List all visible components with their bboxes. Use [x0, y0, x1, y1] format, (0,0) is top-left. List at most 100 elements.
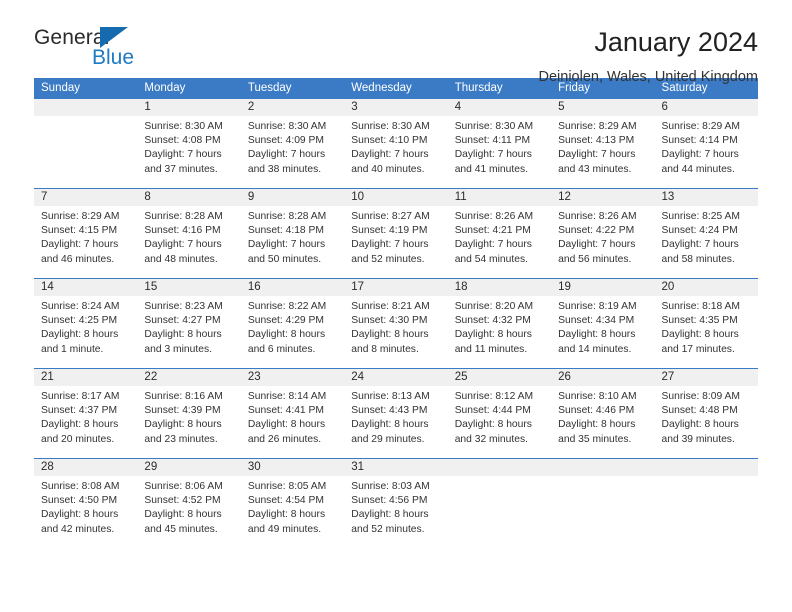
- calendar-day-cell[interactable]: [551, 458, 655, 548]
- sunset-text: Sunset: 4:08 PM: [144, 135, 221, 147]
- sunrise-text: Sunrise: 8:24 AM: [41, 301, 120, 312]
- daylight-text-line1: Daylight: 7 hours: [558, 239, 636, 251]
- calendar-day-cell[interactable]: 7 Sunrise: 8:29 AM Sunset: 4:15 PM Dayli…: [34, 188, 138, 278]
- calendar-day-cell[interactable]: 28 Sunrise: 8:08 AM Sunset: 4:50 PM Dayl…: [34, 458, 138, 548]
- calendar-day-cell[interactable]: [447, 458, 552, 548]
- daylight-text-line2: and 54 minutes.: [454, 253, 528, 265]
- calendar-day-cell[interactable]: 22 Sunrise: 8:16 AM Sunset: 4:39 PM Dayl…: [137, 368, 241, 458]
- calendar-day-cell[interactable]: 10 Sunrise: 8:27 AM Sunset: 4:19 PM Dayl…: [344, 188, 448, 278]
- day-number: 29: [137, 459, 241, 476]
- sunset-text: Sunset: 4:50 PM: [41, 495, 118, 507]
- calendar-day-cell[interactable]: 1 Sunrise: 8:30 AM Sunset: 4:08 PM Dayli…: [137, 98, 241, 188]
- sunset-text: Sunset: 4:41 PM: [247, 405, 324, 417]
- calendar-day-cell[interactable]: [654, 458, 758, 548]
- calendar-day-cell[interactable]: 5 Sunrise: 8:29 AM Sunset: 4:13 PM Dayli…: [551, 98, 655, 188]
- daylight-text-line1: Daylight: 8 hours: [558, 329, 636, 341]
- calendar-day-cell[interactable]: 11 Sunrise: 8:26 AM Sunset: 4:21 PM Dayl…: [447, 188, 552, 278]
- sunset-text: Sunset: 4:09 PM: [247, 135, 324, 147]
- sunrise-text: Sunrise: 8:14 AM: [247, 391, 327, 402]
- day-number: 17: [344, 279, 448, 296]
- calendar-day-cell[interactable]: 29 Sunrise: 8:06 AM Sunset: 4:52 PM Dayl…: [137, 458, 241, 548]
- sunset-text: Sunset: 4:44 PM: [454, 405, 531, 417]
- daylight-text-line1: Daylight: 8 hours: [661, 329, 739, 341]
- calendar-day-cell[interactable]: 4 Sunrise: 8:30 AM Sunset: 4:11 PM Dayli…: [447, 98, 552, 188]
- calendar-day-cell[interactable]: 19 Sunrise: 8:19 AM Sunset: 4:34 PM Dayl…: [551, 278, 655, 368]
- calendar-day-cell[interactable]: 31 Sunrise: 8:03 AM Sunset: 4:56 PM Dayl…: [344, 458, 448, 548]
- day-details: Sunrise: 8:24 AM Sunset: 4:25 PM Dayligh…: [34, 296, 137, 357]
- sunrise-text: Sunrise: 8:05 AM: [247, 481, 327, 492]
- day-details: Sunrise: 8:29 AM Sunset: 4:14 PM Dayligh…: [655, 116, 758, 177]
- day-details: Sunrise: 8:30 AM Sunset: 4:08 PM Dayligh…: [137, 116, 240, 177]
- daylight-text-line2: and 41 minutes.: [454, 163, 528, 175]
- day-details: [551, 476, 654, 480]
- daylight-text-line1: Daylight: 8 hours: [351, 329, 429, 341]
- calendar-day-cell[interactable]: 18 Sunrise: 8:20 AM Sunset: 4:32 PM Dayl…: [447, 278, 552, 368]
- day-details: Sunrise: 8:23 AM Sunset: 4:27 PM Dayligh…: [137, 296, 240, 357]
- calendar-day-cell[interactable]: 17 Sunrise: 8:21 AM Sunset: 4:30 PM Dayl…: [344, 278, 448, 368]
- calendar-day-cell[interactable]: 3 Sunrise: 8:30 AM Sunset: 4:10 PM Dayli…: [344, 98, 448, 188]
- sunrise-text: Sunrise: 8:30 AM: [247, 121, 327, 132]
- sunrise-text: Sunrise: 8:26 AM: [454, 211, 534, 222]
- daylight-text-line2: and 3 minutes.: [144, 343, 212, 355]
- day-number: 23: [240, 369, 345, 386]
- day-number: 10: [344, 189, 448, 206]
- daylight-text-line1: Daylight: 7 hours: [41, 239, 119, 251]
- sunrise-text: Sunrise: 8:27 AM: [351, 211, 430, 222]
- daylight-text-line1: Daylight: 8 hours: [247, 329, 326, 341]
- daylight-text-line2: and 48 minutes.: [144, 253, 218, 265]
- daylight-text-line1: Daylight: 8 hours: [144, 329, 222, 341]
- daylight-text-line1: Daylight: 7 hours: [144, 239, 222, 251]
- day-details: Sunrise: 8:19 AM Sunset: 4:34 PM Dayligh…: [551, 296, 654, 357]
- day-details: [34, 116, 137, 120]
- calendar-day-cell[interactable]: 27 Sunrise: 8:09 AM Sunset: 4:48 PM Dayl…: [654, 368, 758, 458]
- day-number: 9: [240, 189, 345, 206]
- day-details: Sunrise: 8:16 AM Sunset: 4:39 PM Dayligh…: [137, 386, 240, 447]
- day-number: [654, 459, 758, 476]
- calendar-day-cell[interactable]: 8 Sunrise: 8:28 AM Sunset: 4:16 PM Dayli…: [137, 188, 241, 278]
- day-details: Sunrise: 8:08 AM Sunset: 4:50 PM Dayligh…: [34, 476, 137, 537]
- calendar-day-cell[interactable]: 13 Sunrise: 8:25 AM Sunset: 4:24 PM Dayl…: [654, 188, 758, 278]
- day-details: Sunrise: 8:17 AM Sunset: 4:37 PM Dayligh…: [34, 386, 137, 447]
- daylight-text-line2: and 32 minutes.: [454, 433, 528, 445]
- day-details: Sunrise: 8:20 AM Sunset: 4:32 PM Dayligh…: [448, 296, 551, 357]
- daylight-text-line1: Daylight: 7 hours: [144, 149, 222, 161]
- sunrise-text: Sunrise: 8:29 AM: [558, 121, 637, 132]
- calendar-day-cell[interactable]: 26 Sunrise: 8:10 AM Sunset: 4:46 PM Dayl…: [551, 368, 655, 458]
- daylight-text-line1: Daylight: 8 hours: [247, 419, 326, 431]
- calendar-day-cell[interactable]: 9 Sunrise: 8:28 AM Sunset: 4:18 PM Dayli…: [240, 188, 345, 278]
- day-details: Sunrise: 8:05 AM Sunset: 4:54 PM Dayligh…: [241, 476, 344, 537]
- daylight-text-line1: Daylight: 8 hours: [351, 419, 429, 431]
- calendar-page: General Blue January 2024 Deiniolen, Wal…: [0, 0, 792, 612]
- calendar-day-cell[interactable]: 30 Sunrise: 8:05 AM Sunset: 4:54 PM Dayl…: [240, 458, 345, 548]
- calendar-day-cell[interactable]: 20 Sunrise: 8:18 AM Sunset: 4:35 PM Dayl…: [654, 278, 758, 368]
- calendar-day-cell[interactable]: 23 Sunrise: 8:14 AM Sunset: 4:41 PM Dayl…: [240, 368, 345, 458]
- calendar-day-cell[interactable]: 25 Sunrise: 8:12 AM Sunset: 4:44 PM Dayl…: [447, 368, 552, 458]
- day-number: 12: [551, 189, 655, 206]
- sunrise-text: Sunrise: 8:09 AM: [661, 391, 740, 402]
- daylight-text-line2: and 29 minutes.: [351, 433, 425, 445]
- daylight-text-line2: and 42 minutes.: [41, 523, 115, 535]
- daylight-text-line2: and 8 minutes.: [351, 343, 419, 355]
- day-number: 15: [137, 279, 241, 296]
- day-number: 11: [447, 189, 552, 206]
- daylight-text-line1: Daylight: 7 hours: [247, 149, 326, 161]
- calendar-day-cell[interactable]: 24 Sunrise: 8:13 AM Sunset: 4:43 PM Dayl…: [344, 368, 448, 458]
- calendar-day-cell[interactable]: 15 Sunrise: 8:23 AM Sunset: 4:27 PM Dayl…: [137, 278, 241, 368]
- calendar-day-cell[interactable]: 16 Sunrise: 8:22 AM Sunset: 4:29 PM Dayl…: [240, 278, 345, 368]
- calendar-day-cell[interactable]: 14 Sunrise: 8:24 AM Sunset: 4:25 PM Dayl…: [34, 278, 138, 368]
- calendar-body: 1 Sunrise: 8:30 AM Sunset: 4:08 PM Dayli…: [34, 98, 758, 548]
- sunrise-text: Sunrise: 8:30 AM: [351, 121, 430, 132]
- calendar-day-cell[interactable]: 21 Sunrise: 8:17 AM Sunset: 4:37 PM Dayl…: [34, 368, 138, 458]
- calendar-day-cell[interactable]: [34, 98, 138, 188]
- day-number: 28: [34, 459, 138, 476]
- sunrise-text: Sunrise: 8:17 AM: [41, 391, 120, 402]
- daylight-text-line2: and 52 minutes.: [351, 253, 425, 265]
- day-details: Sunrise: 8:26 AM Sunset: 4:21 PM Dayligh…: [448, 206, 551, 267]
- calendar-day-cell[interactable]: 2 Sunrise: 8:30 AM Sunset: 4:09 PM Dayli…: [240, 98, 345, 188]
- daylight-text-line1: Daylight: 8 hours: [661, 419, 739, 431]
- calendar-day-cell[interactable]: 12 Sunrise: 8:26 AM Sunset: 4:22 PM Dayl…: [551, 188, 655, 278]
- daylight-text-line2: and 38 minutes.: [247, 163, 322, 175]
- weekday-header-sunday: Sunday: [34, 78, 138, 98]
- calendar-day-cell[interactable]: 6 Sunrise: 8:29 AM Sunset: 4:14 PM Dayli…: [654, 98, 758, 188]
- weekday-header-wednesday: Wednesday: [344, 78, 448, 98]
